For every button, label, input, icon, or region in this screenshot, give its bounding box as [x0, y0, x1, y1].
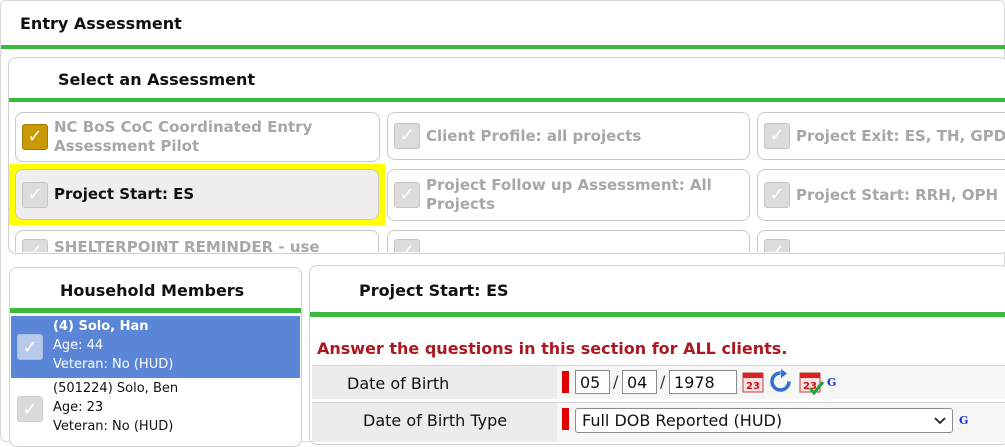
assessment-label: Project Start: RRH, OPH [796, 185, 999, 204]
assessment-button-project-exit[interactable]: ✓ Project Exit: ES, TH, GPD [757, 112, 1005, 160]
member-veteran: Veteran: No (HUD) [53, 357, 174, 372]
assessment-label: SHELTERPOINT REMINDER - use [54, 238, 320, 252]
member-name: (501224) Solo, Ben [53, 381, 179, 396]
title-divider [1, 45, 1005, 49]
checkbox-icon: ✓ [22, 239, 48, 252]
assessment-label: Project Follow up Assessment: All Projec… [426, 176, 712, 213]
household-member-item[interactable]: ✓ (4) Solo, Han Age: 44 Veteran: No (HUD… [11, 316, 300, 378]
member-details: (4) Solo, Han Age: 44 Veteran: No (HUD) [53, 316, 173, 378]
date-separator: / [613, 372, 619, 391]
dob-type-selected-value: Full DOB Reported (HUD) [582, 411, 783, 430]
g-button[interactable]: G [827, 376, 836, 389]
household-member-item[interactable]: ✓ (501224) Solo, Ben Age: 23 Veteran: No… [11, 378, 300, 440]
member-details: (501224) Solo, Ben Age: 23 Veteran: No (… [53, 378, 178, 440]
entry-assessment-title: Entry Assessment [20, 14, 182, 33]
required-indicator [562, 408, 569, 430]
calendar-check-icon[interactable]: 23 [798, 370, 825, 396]
section-instruction: Answer the questions in this section for… [317, 339, 788, 358]
checkbox-icon: ✓ [22, 181, 48, 208]
checkbox-icon: ✓ [764, 182, 790, 208]
date-separator: / [660, 372, 666, 391]
assessment-button-follow-up[interactable]: ✓ Project Follow up Assessment: All Proj… [387, 169, 750, 221]
assessment-label: Project Start: ES [54, 185, 195, 203]
checkbox-checked-icon: ✓ [22, 124, 48, 150]
chevron-down-icon [934, 411, 946, 430]
household-divider [10, 308, 301, 313]
assessment-label: Project Exit: ES, TH, GPD [796, 126, 1005, 145]
checkbox-icon: ✓ [17, 334, 43, 360]
assessment-label: Client Profile: all projects [426, 126, 642, 145]
select-assessment-title: Select an Assessment [58, 70, 256, 89]
assessment-label: NC BoS CoC Coordinated Entry Assessment … [54, 118, 313, 155]
checkbox-icon: ✓ [394, 182, 420, 208]
checkbox-icon: ✓ [764, 123, 790, 149]
assessment-button-partial-3[interactable]: ✓ [757, 230, 1005, 252]
select-assessment-divider [9, 98, 1005, 102]
assessment-row-partial: ✓ SHELTERPOINT REMINDER - use ✓ ✓ [9, 230, 1005, 252]
dob-type-label: Date of Birth Type [363, 411, 508, 430]
calendar-icon[interactable]: 23 [741, 370, 765, 394]
member-age: Age: 23 [53, 400, 104, 415]
dob-month-input[interactable] [575, 370, 610, 394]
checkbox-icon: ✓ [394, 123, 420, 149]
member-name: (4) Solo, Han [53, 319, 149, 334]
assessment-form-title: Project Start: ES [359, 281, 509, 300]
assessment-button-shelterpoint[interactable]: ✓ SHELTERPOINT REMINDER - use [15, 230, 379, 252]
dob-label: Date of Birth [347, 374, 450, 393]
household-members-title: Household Members [60, 281, 245, 300]
checkbox-icon: ✓ [764, 239, 790, 252]
g-button[interactable]: G [959, 414, 968, 427]
assessment-button-coordinated-entry[interactable]: ✓ NC BoS CoC Coordinated Entry Assessmen… [15, 112, 380, 162]
dob-year-input[interactable] [669, 370, 737, 394]
refresh-icon[interactable] [768, 369, 793, 394]
checkbox-icon: ✓ [394, 239, 420, 252]
member-veteran: Veteran: No (HUD) [53, 419, 174, 434]
member-age: Age: 44 [53, 338, 104, 353]
assessment-button-client-profile[interactable]: ✓ Client Profile: all projects [387, 112, 750, 160]
dob-type-select[interactable]: Full DOB Reported (HUD) [575, 408, 953, 433]
assessment-button-project-start-rrh[interactable]: ✓ Project Start: RRH, OPH [757, 169, 1005, 221]
checkbox-icon: ✓ [17, 396, 43, 422]
dob-day-input[interactable] [622, 370, 657, 394]
assessment-button-project-start-es[interactable]: ✓ Project Start: ES [15, 169, 379, 220]
assessment-button-partial-2[interactable]: ✓ [387, 230, 750, 252]
form-divider [310, 312, 1005, 317]
required-indicator [562, 371, 569, 393]
svg-text:23: 23 [746, 381, 760, 392]
